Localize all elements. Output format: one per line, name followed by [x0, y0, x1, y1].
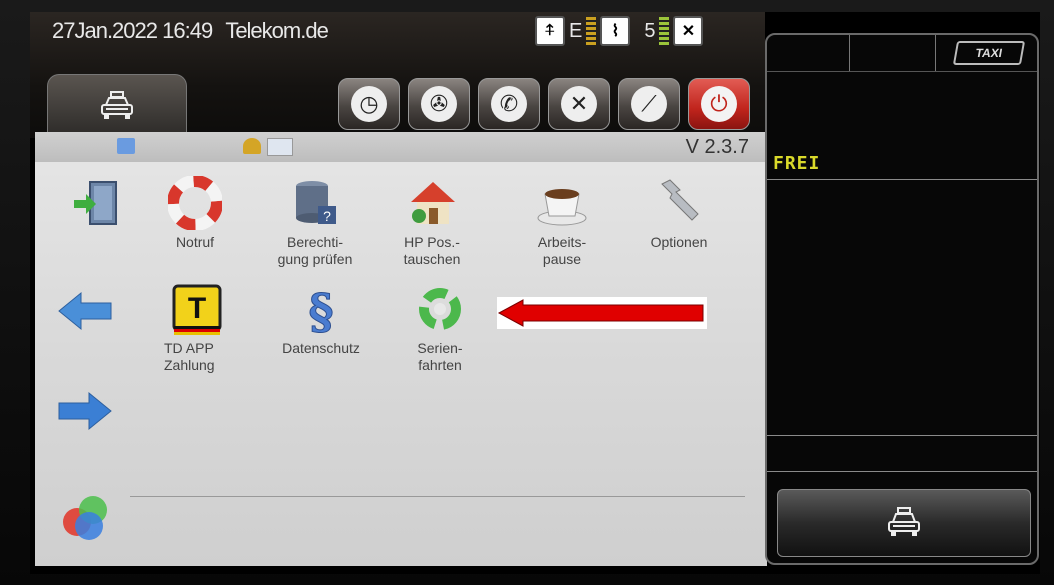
status-panel: TAXI FREI — [765, 33, 1039, 565]
svg-text:T: T — [188, 292, 206, 325]
tools-button[interactable]: ⟋ — [618, 78, 680, 130]
panel-separator — [767, 435, 1037, 436]
svg-text:§: § — [308, 284, 333, 336]
phone-icon: ✆ — [491, 86, 527, 122]
annotation-arrow — [497, 297, 707, 329]
tile-arbeitspause[interactable]: Arbeits- pause — [507, 176, 617, 268]
lifebuoy-icon — [168, 176, 222, 230]
house-icon — [405, 176, 459, 230]
card-icon — [267, 138, 293, 156]
recycle-icon — [413, 282, 467, 336]
satellite-button[interactable]: ✕ — [548, 78, 610, 130]
status-provider: Telekom.de — [225, 18, 329, 43]
taxi-badge: TAXI — [952, 41, 1026, 65]
signal-indicators: ⍏ E ⌇ 5 ✕ — [535, 16, 704, 46]
tile-label: Notruf — [175, 234, 215, 250]
status-panel-header: TAXI — [767, 35, 1037, 72]
back-arrow-button[interactable] — [55, 286, 115, 336]
tile-label: HP Pos.- tauschen — [403, 234, 461, 267]
network-type: E — [569, 19, 583, 42]
svg-text:?: ? — [323, 208, 331, 224]
network-icon — [117, 138, 135, 154]
tile-label: Datenschutz — [282, 340, 360, 356]
home-tab[interactable] — [47, 74, 187, 137]
tile-label: Berechti- gung prüfen — [277, 234, 353, 267]
database-icon: ? — [288, 176, 342, 230]
tile-label: Arbeits- pause — [537, 234, 587, 267]
tile-serienfahrten[interactable]: Serien- fahrten — [385, 282, 495, 374]
gps-lock-icon: ⍏ — [535, 16, 565, 46]
arrow-left-icon — [58, 291, 112, 331]
tile-datenschutz[interactable]: § Datenschutz — [266, 282, 376, 357]
phone-button[interactable]: ✆ — [478, 78, 540, 130]
satellite-signal-bars — [659, 17, 670, 45]
status-time: 16:49 — [162, 18, 213, 43]
alarm-icon: ⏻ — [701, 86, 737, 122]
timer-button[interactable]: ◷ — [338, 78, 400, 130]
taxi-t-icon: T — [170, 282, 224, 336]
antenna-icon: ⌇ — [600, 16, 631, 46]
satellite-count: 5 — [644, 19, 656, 42]
timer-icon: ◷ — [351, 86, 387, 122]
network-signal-bars — [586, 17, 597, 45]
taxi-car-icon — [101, 91, 133, 119]
speed-button[interactable]: ✇ — [408, 78, 470, 130]
tile-label: TD APP Zahlung — [164, 340, 215, 373]
panel-separator — [767, 179, 1037, 180]
tile-hp-pos[interactable]: HP Pos.- tauschen — [377, 176, 487, 268]
color-circles-icon — [63, 496, 107, 540]
speed-icon: ✇ — [421, 86, 457, 122]
vehicle-status: FREI — [773, 153, 821, 174]
satellite-icon: ✕ — [561, 86, 597, 122]
header-separator — [849, 35, 850, 71]
forward-arrow-button[interactable] — [55, 386, 115, 436]
tile-label: Optionen — [650, 234, 708, 250]
version-label: V 2.3.7 — [685, 136, 749, 158]
tile-notruf[interactable]: Notruf — [140, 176, 250, 251]
coffee-cup-icon — [535, 176, 589, 230]
panel-separator — [767, 471, 1037, 472]
panel-header: V 2.3.7 — [35, 132, 767, 162]
exit-button[interactable] — [42, 176, 152, 230]
status-line: 27Jan.2022 16:49 Telekom.de — [52, 18, 329, 44]
tile-optionen[interactable]: Optionen — [624, 176, 734, 251]
screwdriver-icon: ⟋ — [631, 86, 667, 122]
panel-divider — [130, 496, 745, 497]
status-date: 27Jan.2022 — [52, 18, 158, 43]
satellite-icon: ✕ — [673, 16, 704, 46]
bell-icon — [243, 138, 261, 154]
header-separator — [935, 35, 936, 71]
taxi-status-button[interactable] — [777, 489, 1031, 557]
tile-label: Serien- fahrten — [417, 340, 463, 373]
exit-door-icon — [70, 176, 124, 230]
arrow-right-icon — [58, 391, 112, 431]
paragraph-icon: § — [294, 282, 348, 337]
wrench-icon — [652, 176, 706, 230]
tile-td-app[interactable]: T TD APP Zahlung — [142, 282, 252, 374]
emergency-button[interactable]: ⏻ — [688, 78, 750, 130]
tile-berechtigung[interactable]: ? Berechti- gung prüfen — [260, 176, 370, 268]
taxi-car-icon — [888, 507, 920, 536]
color-theme-button[interactable] — [55, 492, 115, 542]
